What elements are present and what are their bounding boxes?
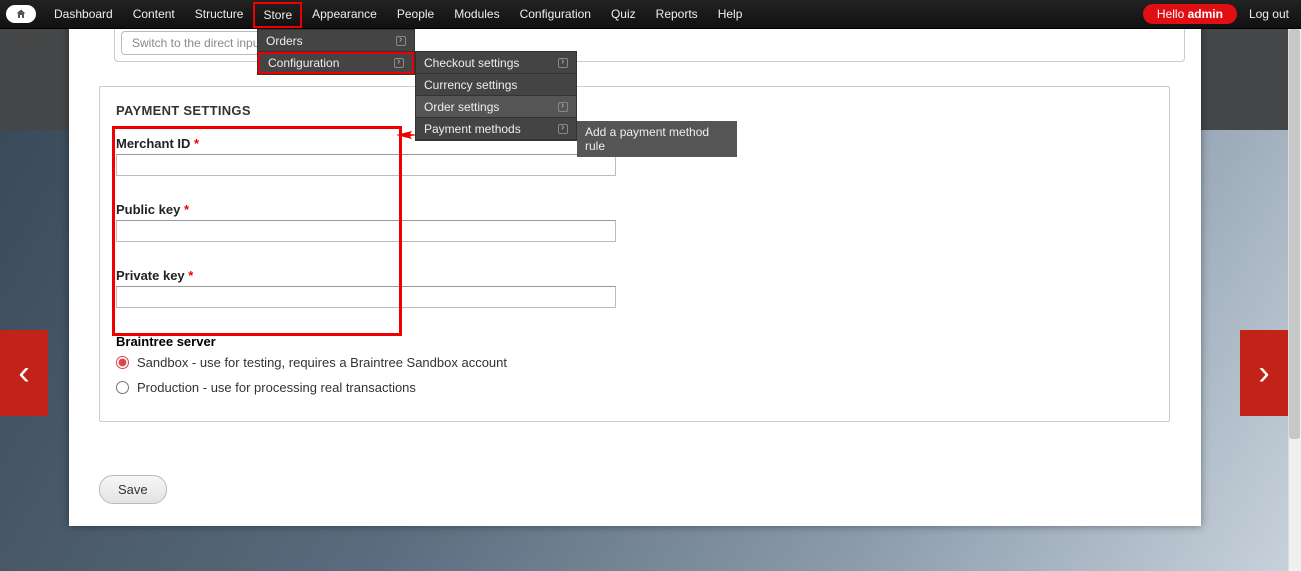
chevron-left-icon: ‹ [18, 354, 29, 393]
switch-input-mode-button[interactable]: Switch to the direct input [121, 31, 274, 55]
merchant-id-input[interactable] [116, 154, 616, 176]
save-button[interactable]: Save [99, 475, 167, 504]
submenu-item-label: Order settings [424, 100, 499, 114]
submenu-orders-label: Orders [266, 34, 303, 48]
public-key-label: Public key * [116, 202, 1153, 217]
submenu-currency-settings[interactable]: Currency settings [416, 74, 576, 96]
expand-icon [558, 124, 568, 134]
menu-quiz[interactable]: Quiz [601, 0, 646, 29]
submenu-configuration-label: Configuration [268, 56, 339, 70]
home-button[interactable] [6, 5, 36, 23]
menu-people[interactable]: People [387, 0, 444, 29]
chevron-right-icon: › [1258, 354, 1269, 393]
menu-content[interactable]: Content [123, 0, 185, 29]
submenu-item-label: Currency settings [424, 78, 517, 92]
required-mark: * [194, 136, 199, 151]
submenu-add-payment-method-rule[interactable]: Add a payment method rule [577, 121, 737, 157]
submenu-orders[interactable]: Orders [258, 30, 414, 52]
menu-help[interactable]: Help [708, 0, 753, 29]
menu-configuration[interactable]: Configuration [510, 0, 601, 29]
submenu-checkout-settings[interactable]: Checkout settings [416, 52, 576, 74]
expand-icon [558, 102, 568, 112]
submenu-order-settings[interactable]: Order settings [416, 96, 576, 118]
submenu-item-label: Payment methods [424, 122, 521, 136]
private-key-label: Private key * [116, 268, 1153, 283]
logout-link[interactable]: Log out [1249, 7, 1289, 21]
hamburger-icon [18, 36, 38, 38]
hello-user-badge[interactable]: Hello admin [1143, 4, 1237, 24]
public-key-input[interactable] [116, 220, 616, 242]
submenu-item-label: Checkout settings [424, 56, 519, 70]
private-key-input[interactable] [116, 286, 616, 308]
configuration-submenu: Checkout settings Currency settings Orde… [415, 51, 577, 141]
required-mark: * [188, 268, 193, 283]
menu-appearance[interactable]: Appearance [302, 0, 387, 29]
menu-modules[interactable]: Modules [444, 0, 509, 29]
fieldset-legend: PAYMENT SETTINGS [116, 103, 1153, 118]
radio-production[interactable]: Production - use for processing real tra… [116, 380, 1153, 395]
expand-icon [394, 58, 404, 68]
required-mark: * [184, 202, 189, 217]
scrollbar-thumb[interactable] [1289, 29, 1300, 439]
carousel-prev-button[interactable]: ‹ [0, 330, 48, 416]
menu-reports[interactable]: Reports [646, 0, 708, 29]
radio-sandbox-label: Sandbox - use for testing, requires a Br… [137, 355, 507, 370]
submenu-item-label: Add a payment method rule [585, 125, 709, 153]
site-menu-label: Menu [0, 52, 56, 64]
admin-overlay-panel: Switch to the direct input PAYMENT SETTI… [69, 0, 1201, 526]
submenu-payment-methods[interactable]: Payment methods [416, 118, 576, 140]
radio-production-label: Production - use for processing real tra… [137, 380, 416, 395]
home-icon [15, 8, 27, 20]
radio-sandbox-input[interactable] [116, 356, 129, 369]
radio-production-input[interactable] [116, 381, 129, 394]
admin-toolbar: Dashboard Content Structure Store Appear… [0, 0, 1301, 29]
site-menu-toggle[interactable]: Menu [0, 29, 56, 69]
expand-icon [396, 36, 406, 46]
braintree-server-label: Braintree server [116, 334, 1153, 349]
submenu-configuration[interactable]: Configuration [258, 52, 414, 74]
carousel-next-button[interactable]: › [1240, 330, 1288, 416]
expand-icon [558, 58, 568, 68]
radio-sandbox[interactable]: Sandbox - use for testing, requires a Br… [116, 355, 1153, 370]
store-submenu: Orders Configuration [257, 29, 415, 75]
menu-store[interactable]: Store [253, 2, 302, 28]
menu-dashboard[interactable]: Dashboard [44, 0, 123, 29]
menu-structure[interactable]: Structure [185, 0, 254, 29]
